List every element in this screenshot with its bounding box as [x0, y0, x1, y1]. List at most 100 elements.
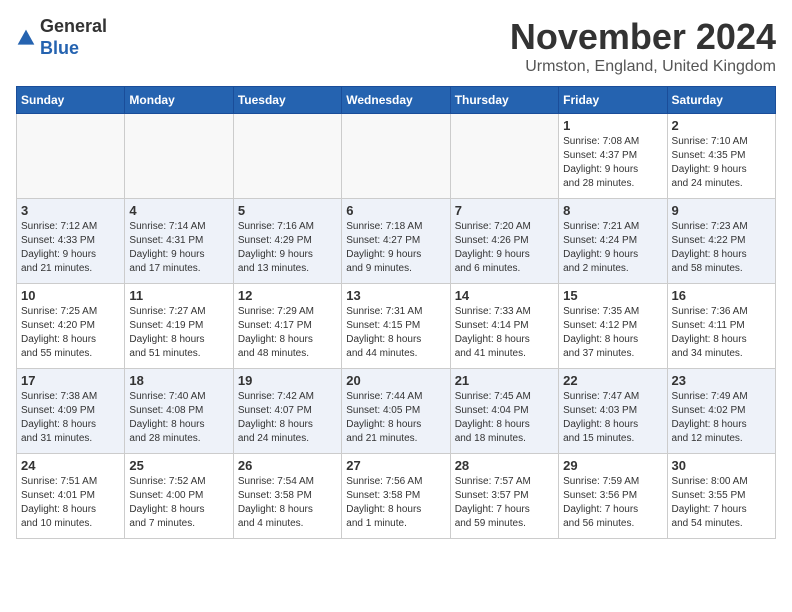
day-number: 4 [129, 203, 228, 218]
day-number: 6 [346, 203, 445, 218]
day-number: 20 [346, 373, 445, 388]
day-number: 19 [238, 373, 337, 388]
calendar-cell: 15 Sunrise: 7:35 AM Sunset: 4:12 PM Dayli… [559, 284, 667, 369]
day-info: Sunrise: 7:29 AM Sunset: 4:17 PM Dayligh… [238, 305, 337, 361]
calendar-cell: 20 Sunrise: 7:44 AM Sunset: 4:05 PM Dayli… [342, 369, 450, 454]
day-number: 14 [455, 288, 554, 303]
day-number: 21 [455, 373, 554, 388]
logo: General Blue [16, 16, 107, 59]
day-number: 1 [563, 118, 662, 133]
header-cell-thursday: Thursday [450, 87, 558, 114]
day-number: 3 [21, 203, 120, 218]
calendar-cell: 8 Sunrise: 7:21 AM Sunset: 4:24 PM Daylig… [559, 199, 667, 284]
day-number: 23 [672, 373, 771, 388]
calendar-cell: 23Sunrise: 7:49 AM Sunset: 4:02 PM Dayli… [667, 369, 775, 454]
day-info: Sunrise: 7:14 AM Sunset: 4:31 PM Dayligh… [129, 220, 228, 276]
day-info: Sunrise: 7:47 AM Sunset: 4:03 PM Dayligh… [563, 390, 662, 446]
day-info: Sunrise: 7:56 AM Sunset: 3:58 PM Dayligh… [346, 475, 445, 531]
day-info: Sunrise: 7:35 AM Sunset: 4:12 PM Dayligh… [563, 305, 662, 361]
day-info: Sunrise: 7:16 AM Sunset: 4:29 PM Dayligh… [238, 220, 337, 276]
day-info: Sunrise: 8:00 AM Sunset: 3:55 PM Dayligh… [672, 475, 771, 531]
calendar-cell [450, 114, 558, 199]
day-info: Sunrise: 7:44 AM Sunset: 4:05 PM Dayligh… [346, 390, 445, 446]
calendar-cell: 26 Sunrise: 7:54 AM Sunset: 3:58 PM Dayli… [233, 454, 341, 539]
calendar-cell: 21Sunrise: 7:45 AM Sunset: 4:04 PM Dayli… [450, 369, 558, 454]
day-number: 26 [238, 458, 337, 473]
logo-icon [16, 28, 36, 48]
logo-text: General Blue [40, 16, 107, 59]
calendar-cell: 25 Sunrise: 7:52 AM Sunset: 4:00 PM Dayli… [125, 454, 233, 539]
day-info: Sunrise: 7:20 AM Sunset: 4:26 PM Dayligh… [455, 220, 554, 276]
header-cell-friday: Friday [559, 87, 667, 114]
calendar-cell: 9Sunrise: 7:23 AM Sunset: 4:22 PM Daylig… [667, 199, 775, 284]
calendar-cell: 24 Sunrise: 7:51 AM Sunset: 4:01 PM Dayli… [17, 454, 125, 539]
calendar-table: SundayMondayTuesdayWednesdayThursdayFrid… [16, 86, 776, 539]
calendar-header: SundayMondayTuesdayWednesdayThursdayFrid… [17, 87, 776, 114]
calendar-row-0: 1 Sunrise: 7:08 AM Sunset: 4:37 PM Daylig… [17, 114, 776, 199]
calendar-cell: 1 Sunrise: 7:08 AM Sunset: 4:37 PM Daylig… [559, 114, 667, 199]
day-number: 8 [563, 203, 662, 218]
calendar-cell: 2 Sunrise: 7:10 AM Sunset: 4:35 PM Daylig… [667, 114, 775, 199]
day-info: Sunrise: 7:51 AM Sunset: 4:01 PM Dayligh… [21, 475, 120, 531]
title-block: November 2024 Urmston, England, United K… [510, 16, 776, 76]
calendar-cell: 17Sunrise: 7:38 AM Sunset: 4:09 PM Dayli… [17, 369, 125, 454]
calendar-cell: 6 Sunrise: 7:18 AM Sunset: 4:27 PM Daylig… [342, 199, 450, 284]
logo-blue: Blue [40, 38, 107, 60]
location-subtitle: Urmston, England, United Kingdom [510, 58, 776, 76]
day-info: Sunrise: 7:33 AM Sunset: 4:14 PM Dayligh… [455, 305, 554, 361]
day-number: 22 [563, 373, 662, 388]
calendar-cell: 29 Sunrise: 7:59 AM Sunset: 3:56 PM Dayli… [559, 454, 667, 539]
day-number: 17 [21, 373, 120, 388]
day-info: Sunrise: 7:25 AM Sunset: 4:20 PM Dayligh… [21, 305, 120, 361]
calendar-cell [17, 114, 125, 199]
calendar-cell [233, 114, 341, 199]
calendar-cell: 27 Sunrise: 7:56 AM Sunset: 3:58 PM Dayli… [342, 454, 450, 539]
day-number: 18 [129, 373, 228, 388]
header-cell-wednesday: Wednesday [342, 87, 450, 114]
day-number: 2 [672, 118, 771, 133]
calendar-cell: 4 Sunrise: 7:14 AM Sunset: 4:31 PM Daylig… [125, 199, 233, 284]
day-number: 29 [563, 458, 662, 473]
calendar-row-2: 10 Sunrise: 7:25 AM Sunset: 4:20 PM Dayli… [17, 284, 776, 369]
calendar-row-4: 24 Sunrise: 7:51 AM Sunset: 4:01 PM Dayli… [17, 454, 776, 539]
calendar-cell: 18Sunrise: 7:40 AM Sunset: 4:08 PM Dayli… [125, 369, 233, 454]
calendar-cell: 14 Sunrise: 7:33 AM Sunset: 4:14 PM Dayli… [450, 284, 558, 369]
day-info: Sunrise: 7:59 AM Sunset: 3:56 PM Dayligh… [563, 475, 662, 531]
calendar-cell: 16 Sunrise: 7:36 AM Sunset: 4:11 PM Dayli… [667, 284, 775, 369]
day-number: 15 [563, 288, 662, 303]
day-info: Sunrise: 7:10 AM Sunset: 4:35 PM Dayligh… [672, 135, 771, 191]
day-info: Sunrise: 7:27 AM Sunset: 4:19 PM Dayligh… [129, 305, 228, 361]
day-number: 7 [455, 203, 554, 218]
calendar-cell: 13 Sunrise: 7:31 AM Sunset: 4:15 PM Dayli… [342, 284, 450, 369]
day-info: Sunrise: 7:57 AM Sunset: 3:57 PM Dayligh… [455, 475, 554, 531]
day-number: 16 [672, 288, 771, 303]
header-cell-monday: Monday [125, 87, 233, 114]
day-info: Sunrise: 7:18 AM Sunset: 4:27 PM Dayligh… [346, 220, 445, 276]
day-info: Sunrise: 7:36 AM Sunset: 4:11 PM Dayligh… [672, 305, 771, 361]
calendar-cell [125, 114, 233, 199]
calendar-cell: 22 Sunrise: 7:47 AM Sunset: 4:03 PM Dayli… [559, 369, 667, 454]
day-number: 27 [346, 458, 445, 473]
day-info: Sunrise: 7:54 AM Sunset: 3:58 PM Dayligh… [238, 475, 337, 531]
header-cell-saturday: Saturday [667, 87, 775, 114]
calendar-cell: 7 Sunrise: 7:20 AM Sunset: 4:26 PM Daylig… [450, 199, 558, 284]
day-info: Sunrise: 7:31 AM Sunset: 4:15 PM Dayligh… [346, 305, 445, 361]
day-number: 24 [21, 458, 120, 473]
calendar-cell: 11 Sunrise: 7:27 AM Sunset: 4:19 PM Dayli… [125, 284, 233, 369]
day-info: Sunrise: 7:52 AM Sunset: 4:00 PM Dayligh… [129, 475, 228, 531]
day-number: 28 [455, 458, 554, 473]
day-number: 30 [672, 458, 771, 473]
day-number: 12 [238, 288, 337, 303]
day-info: Sunrise: 7:08 AM Sunset: 4:37 PM Dayligh… [563, 135, 662, 191]
page-header: General Blue November 2024 Urmston, Engl… [16, 16, 776, 76]
day-number: 25 [129, 458, 228, 473]
day-info: Sunrise: 7:12 AM Sunset: 4:33 PM Dayligh… [21, 220, 120, 276]
day-number: 11 [129, 288, 228, 303]
calendar-cell: 12 Sunrise: 7:29 AM Sunset: 4:17 PM Dayli… [233, 284, 341, 369]
day-info: Sunrise: 7:21 AM Sunset: 4:24 PM Dayligh… [563, 220, 662, 276]
header-row: SundayMondayTuesdayWednesdayThursdayFrid… [17, 87, 776, 114]
calendar-cell: 30 Sunrise: 8:00 AM Sunset: 3:55 PM Dayli… [667, 454, 775, 539]
day-number: 13 [346, 288, 445, 303]
month-title: November 2024 [510, 16, 776, 58]
day-number: 10 [21, 288, 120, 303]
